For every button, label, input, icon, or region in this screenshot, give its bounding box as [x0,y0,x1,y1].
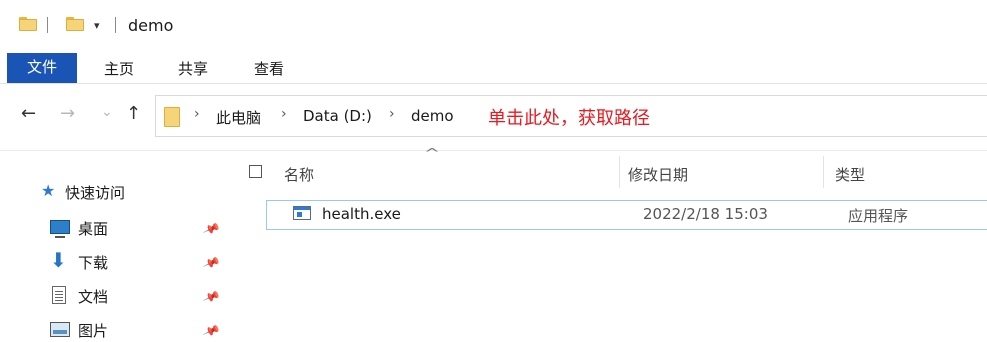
star-icon: ★ [41,181,56,200]
forward-arrow-icon[interactable]: → [60,103,75,124]
nav-quick-access-label: 快速访问 [65,184,126,202]
column-header-name[interactable]: 名称 [284,164,314,185]
column-header-date-modified[interactable]: 修改日期 [628,164,688,185]
toolbar-separator [47,17,48,33]
customize-dropdown-icon[interactable]: ▾ [94,19,100,32]
documents-icon [52,286,66,304]
tab-home[interactable]: 主页 [104,58,134,79]
folder-icon [164,105,180,127]
nav-item-label: 文档 [78,288,109,306]
tab-share[interactable]: 共享 [178,58,208,79]
column-divider[interactable] [619,156,620,188]
ribbon-divider [0,83,987,84]
pin-icon[interactable]: 📌 [202,254,221,272]
nav-divider [0,150,987,151]
pin-icon[interactable]: 📌 [202,220,221,238]
file-name[interactable]: health.exe [322,205,401,223]
tab-file[interactable]: 文件 [7,53,77,83]
desktop-icon [50,220,70,238]
file-date-modified: 2022/2/18 15:03 [643,205,768,223]
breadcrumb-separator[interactable]: › [194,106,200,122]
window-title: demo [128,16,174,35]
application-icon [293,206,311,220]
breadcrumb-drive-d[interactable]: Data (D:) [303,107,372,125]
up-arrow-icon[interactable]: ↑ [126,103,141,124]
nav-item-label: 下载 [78,254,109,272]
pictures-icon [50,322,70,337]
nav-item-label: 桌面 [78,220,109,238]
sort-ascending-icon: ^ [423,146,441,160]
new-folder-icon[interactable] [66,17,84,31]
column-header-type[interactable]: 类型 [835,164,865,185]
folder-icon[interactable] [19,17,37,31]
back-arrow-icon[interactable]: ← [21,103,36,124]
recent-locations-icon[interactable]: ⌄ [101,104,113,120]
breadcrumb-demo[interactable]: demo [411,107,454,125]
pin-icon[interactable]: 📌 [202,322,221,340]
pin-icon[interactable]: 📌 [202,288,221,306]
download-icon: ⬇ [50,248,67,272]
select-all-checkbox[interactable] [249,165,262,178]
file-type: 应用程序 [848,207,909,225]
toolbar-separator [115,17,116,33]
breadcrumb-separator[interactable]: › [281,106,287,122]
breadcrumb-this-pc[interactable]: 此电脑 [216,107,261,128]
column-divider[interactable] [823,156,824,188]
tab-view[interactable]: 查看 [254,58,284,79]
breadcrumb-separator[interactable]: › [389,106,395,122]
annotation-text: 单击此处，获取路径 [488,108,650,129]
